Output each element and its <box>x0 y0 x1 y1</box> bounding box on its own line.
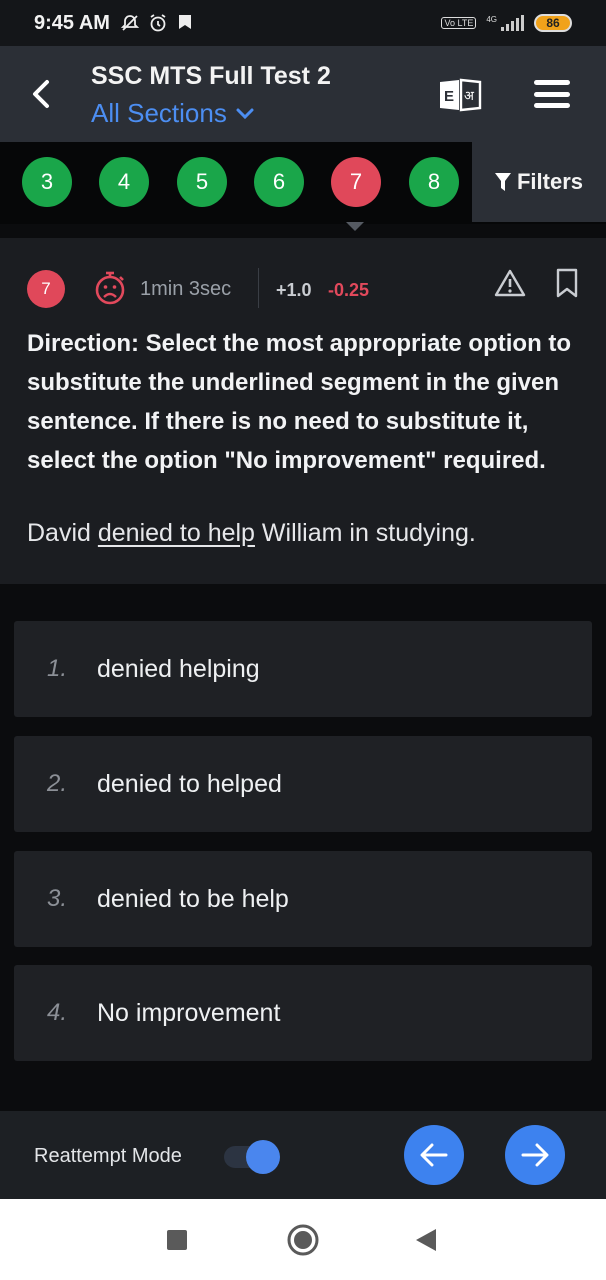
option-text: denied to helped <box>97 769 282 798</box>
option-text: denied to be help <box>97 884 289 913</box>
palette-question-6[interactable]: 6 <box>254 157 304 207</box>
test-title: SSC MTS Full Test 2 <box>91 62 331 90</box>
option-index: 2. <box>47 770 68 797</box>
option-text: denied helping <box>97 654 260 683</box>
svg-text:अ: अ <box>464 89 475 104</box>
chevron-down-icon <box>236 108 254 119</box>
palette-question-3[interactable]: 3 <box>22 157 72 207</box>
bottom-action-bar: Reattempt Mode <box>0 1111 606 1199</box>
sad-timer-icon <box>95 271 125 305</box>
app-notification-icon <box>178 15 191 29</box>
option-index: 4. <box>47 999 68 1026</box>
negative-marks: -0.25 <box>328 280 370 300</box>
status-bar: 9:45 AM Vo LTE 4G 86 <box>0 0 606 46</box>
filter-icon <box>494 173 511 191</box>
palette-question-5[interactable]: 5 <box>177 157 227 207</box>
option-4[interactable]: 4. No improvement <box>14 965 592 1061</box>
palette-question-8[interactable]: 8 <box>409 157 459 207</box>
question-number-badge: 7 <box>27 270 65 308</box>
menu-icon <box>534 80 570 85</box>
option-3[interactable]: 3. denied to be help <box>14 851 592 947</box>
option-index: 1. <box>47 655 68 682</box>
back-button[interactable] <box>24 74 58 114</box>
question-meta: 7 1min 3sec +1.0 -0.25 <box>27 268 587 308</box>
section-selector-label: All Sections <box>91 98 227 128</box>
home-icon[interactable] <box>286 1223 320 1257</box>
question-direction: Direction: Select the most appropriate o… <box>27 330 572 474</box>
filters-label: Filters <box>516 169 584 194</box>
reattempt-mode-toggle[interactable] <box>224 1140 280 1174</box>
palette-question-4[interactable]: 4 <box>99 157 149 207</box>
svg-text:E: E <box>444 88 454 105</box>
next-question-button[interactable] <box>505 1125 565 1185</box>
palette-question-7[interactable]: 7 <box>331 157 381 207</box>
recents-icon[interactable] <box>166 1229 188 1251</box>
underlined-segment: denied to help <box>97 519 255 547</box>
time-taken: 1min 3sec <box>140 278 232 300</box>
reattempt-mode-label: Reattempt Mode <box>34 1145 182 1167</box>
system-navigation-bar <box>0 1199 606 1280</box>
positive-marks: +1.0 <box>276 280 312 300</box>
previous-question-button[interactable] <box>404 1125 464 1185</box>
notifications-off-icon <box>120 15 140 31</box>
volte-icon: Vo LTE <box>441 17 477 29</box>
menu-button[interactable] <box>534 80 570 108</box>
option-index: 3. <box>47 885 68 912</box>
bookmark-icon[interactable] <box>555 268 579 298</box>
option-text: No improvement <box>97 998 281 1027</box>
back-arrow-icon <box>33 80 49 108</box>
filters-button[interactable]: Filters <box>472 142 606 222</box>
option-2[interactable]: 2. denied to helped <box>14 736 592 832</box>
battery-icon: 86 <box>534 14 572 32</box>
arrow-left-icon <box>420 1143 448 1167</box>
question-card: 7 1min 3sec +1.0 -0.25 Direction: Select… <box>0 238 606 584</box>
section-selector[interactable]: All Sections <box>91 98 255 129</box>
status-time: 9:45 AM <box>34 11 110 34</box>
arrow-right-icon <box>521 1143 549 1167</box>
language-icon: E अ <box>440 78 482 112</box>
question-palette: 3 4 5 6 7 8 Filters <box>0 142 606 224</box>
meta-divider <box>258 268 259 308</box>
app-bar: SSC MTS Full Test 2 All Sections E अ <box>0 46 606 142</box>
system-back-icon[interactable] <box>414 1227 438 1253</box>
question-sentence: David denied to help William in studying… <box>27 519 476 547</box>
signal-icon: 4G <box>486 15 524 31</box>
language-toggle-button[interactable]: E अ <box>438 78 482 112</box>
alarm-icon <box>150 14 166 32</box>
toggle-knob <box>246 1140 280 1174</box>
report-warning-icon[interactable] <box>494 268 526 298</box>
current-question-indicator <box>346 222 364 231</box>
option-1[interactable]: 1. denied helping <box>14 621 592 717</box>
